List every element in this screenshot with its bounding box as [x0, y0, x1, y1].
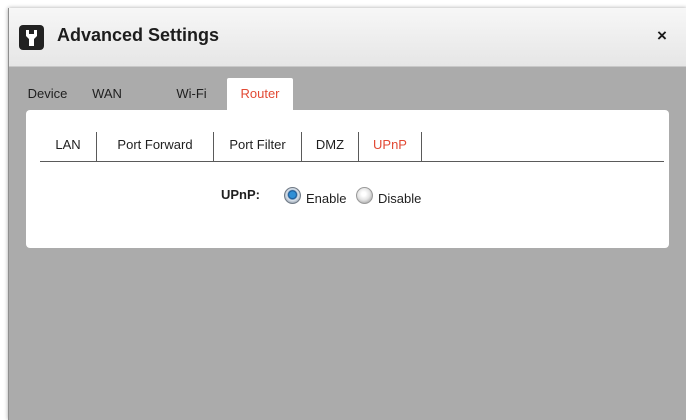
upnp-enable-label[interactable]: Enable [306, 191, 346, 206]
router-panel: LAN Port Forward Port Filter DMZ UPnP UP… [26, 110, 669, 248]
subtab-port-filter[interactable]: Port Filter [214, 128, 301, 161]
tab-router[interactable]: Router [227, 78, 293, 110]
subtab-upnp[interactable]: UPnP [359, 128, 421, 161]
subtab-dmz[interactable]: DMZ [302, 128, 358, 161]
upnp-label: UPnP: [221, 187, 260, 202]
upnp-disable-label[interactable]: Disable [378, 191, 421, 206]
wrench-icon [19, 25, 44, 50]
tab-wan[interactable]: WAN [82, 78, 132, 110]
subtab-port-forward[interactable]: Port Forward [97, 128, 213, 161]
upnp-disable-radio[interactable] [356, 187, 373, 204]
tab-wifi[interactable]: Wi-Fi [169, 78, 214, 110]
advanced-settings-dialog: Advanced Settings × Device WAN Wi-Fi Rou… [8, 8, 686, 420]
dialog-titlebar: Advanced Settings × [9, 8, 686, 67]
subtab-divider [421, 132, 422, 161]
subtab-lan[interactable]: LAN [40, 128, 96, 161]
close-icon[interactable]: × [657, 26, 667, 46]
dialog-title: Advanced Settings [57, 25, 220, 45]
router-subtabs: LAN Port Forward Port Filter DMZ UPnP [40, 128, 664, 162]
tab-device[interactable]: Device [19, 78, 76, 110]
upnp-enable-radio[interactable] [284, 187, 301, 204]
